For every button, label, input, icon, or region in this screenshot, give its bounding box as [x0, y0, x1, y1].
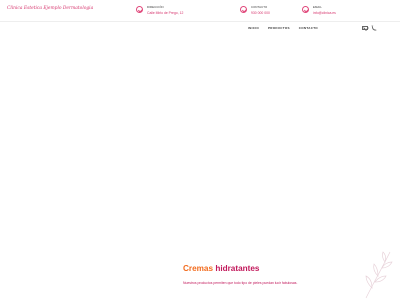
mail-icon[interactable] — [362, 26, 368, 31]
info-label: Email — [313, 5, 322, 9]
info-value[interactable]: 930 000 000 — [251, 11, 270, 15]
hero-title-part1: Cremas — [183, 264, 214, 273]
info-value: Calle Mirlo de Prego, 12 — [147, 10, 184, 15]
top-bar: Clinica Estetica Ejemplo Dermatologia Di… — [0, 0, 400, 22]
phone-icon[interactable] — [371, 24, 377, 32]
info-label: Contacto — [251, 5, 268, 9]
info-value[interactable]: info@clinica.es — [313, 11, 336, 15]
info-label: Dirección — [147, 5, 164, 9]
main-nav: INICIO PRODUCTOS CONTACTO — [248, 26, 318, 32]
leaf-decoration-icon — [365, 251, 393, 299]
hero-title: Cremas hidratantes — [183, 264, 259, 273]
hero-title-part2: hidratantes — [215, 264, 260, 273]
hero-description: Nuestros productos permiten que todo tip… — [183, 281, 298, 285]
nav-item-contacto[interactable]: CONTACTO — [299, 26, 318, 32]
check-circle-icon — [302, 6, 309, 13]
check-circle-icon — [136, 6, 143, 13]
nav-icons — [362, 24, 377, 32]
nav-item-inicio[interactable]: INICIO — [248, 26, 259, 32]
brand-logo[interactable]: Clinica Estetica Ejemplo Dermatologia — [7, 6, 93, 11]
check-circle-icon — [240, 6, 247, 13]
nav-item-productos[interactable]: PRODUCTOS — [268, 26, 290, 32]
